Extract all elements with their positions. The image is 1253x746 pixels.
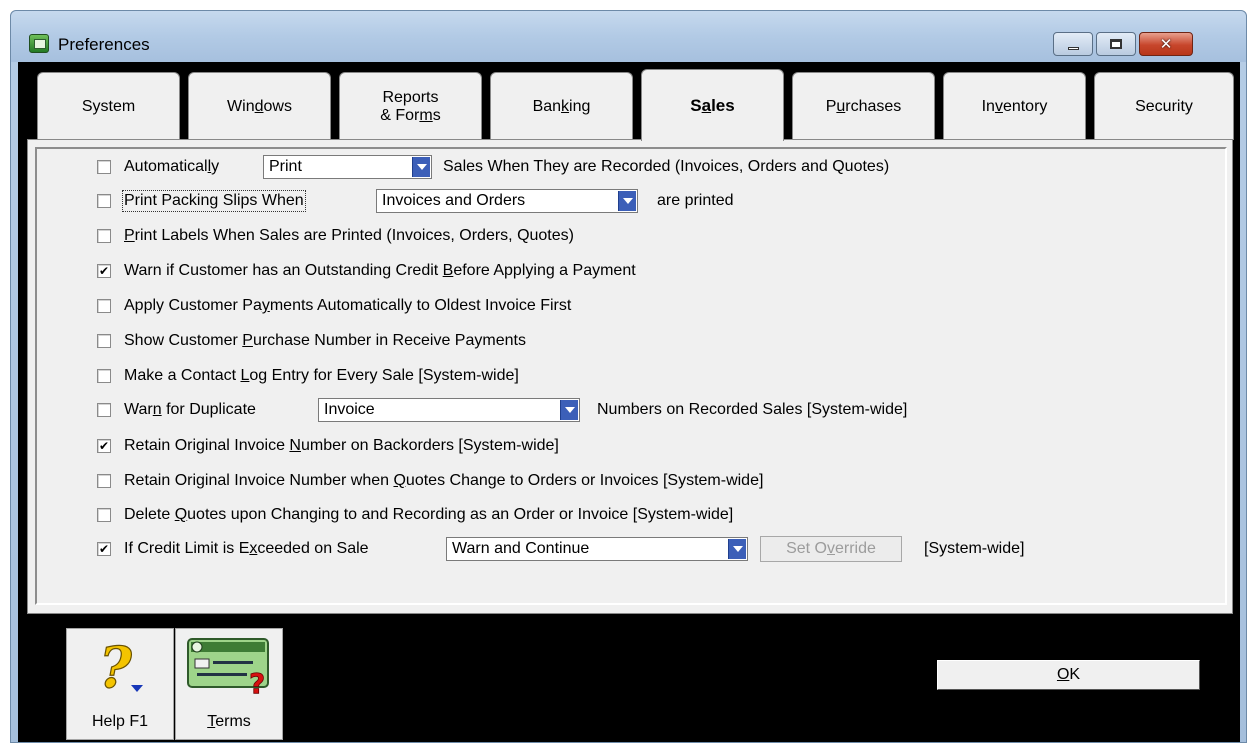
option-show-po: Show Customer Purchase Number in Receive… — [37, 327, 1222, 355]
credit-limit-tail: [System-wide] — [924, 540, 1025, 557]
auto-print-tail: Sales When They are Recorded (Invoices, … — [443, 158, 890, 175]
tab-windows[interactable]: Windows — [188, 72, 331, 140]
contact-log-label: Make a Contact Log Entry for Every Sale … — [124, 367, 519, 384]
packing-slips-checkbox[interactable] — [97, 194, 111, 208]
option-duplicate: Warn for Duplicate Invoice Numbers on Re… — [37, 396, 1222, 424]
delete-quotes-label: Delete Quotes upon Changing to and Recor… — [124, 506, 734, 523]
show-po-label: Show Customer Purchase Number in Receive… — [124, 332, 526, 349]
option-retain-backorders: ✔ Retain Original Invoice Number on Back… — [37, 432, 1222, 460]
auto-action-select[interactable]: Print — [263, 155, 432, 179]
tab-label: Banking — [532, 97, 591, 115]
duplicate-label: Warn for Duplicate — [124, 401, 256, 418]
option-auto-print: Automatically Print Sales When They are … — [37, 153, 1222, 181]
option-apply-payments: Apply Customer Payments Automatically to… — [37, 292, 1222, 320]
apply-payments-checkbox[interactable] — [97, 299, 111, 313]
sales-panel: Automatically Print Sales When They are … — [27, 139, 1233, 614]
svg-text:?: ? — [99, 637, 133, 699]
dropdown-arrow-icon[interactable] — [412, 157, 430, 177]
help-question-icon: ? — [98, 637, 143, 699]
packing-slips-select[interactable]: Invoices and Orders — [376, 189, 638, 213]
help-label: Help F1 — [91, 713, 149, 730]
option-print-labels: Print Labels When Sales are Printed (Inv… — [37, 222, 1222, 250]
packing-slips-tail: are printed — [657, 192, 734, 209]
close-icon: ✕ — [1159, 35, 1173, 53]
auto-action-value: Print — [269, 158, 302, 175]
close-button[interactable]: ✕ — [1139, 32, 1193, 56]
dialog-client: System Windows Reports & Forms Banking S… — [18, 62, 1240, 742]
dropdown-arrow-icon[interactable] — [618, 191, 636, 211]
help-button[interactable]: ? Help F1 — [66, 628, 174, 740]
tab-system[interactable]: System — [37, 72, 180, 140]
dropdown-arrow-icon[interactable] — [728, 539, 746, 559]
preferences-window: Preferences ✕ System Windows Reports & F… — [10, 10, 1247, 743]
terms-button[interactable]: ? Terms — [175, 628, 283, 740]
tab-label: Reports & Forms — [380, 88, 441, 124]
tab-label: System — [81, 97, 136, 115]
packing-slips-value: Invoices and Orders — [382, 192, 526, 209]
dropdown-arrow-icon[interactable] — [560, 400, 578, 420]
tab-label: Inventory — [981, 97, 1048, 115]
duplicate-checkbox[interactable] — [97, 403, 111, 417]
tab-reports-forms[interactable]: Reports & Forms — [339, 72, 482, 140]
svg-text:?: ? — [249, 667, 265, 697]
ok-label: OK — [1056, 666, 1081, 683]
packing-slips-label: Print Packing Slips When — [122, 190, 306, 212]
option-credit-limit: ✔ If Credit Limit is Exceeded on Sale Wa… — [37, 535, 1222, 563]
show-po-checkbox[interactable] — [97, 334, 111, 348]
delete-quotes-checkbox[interactable] — [97, 508, 111, 522]
retain-quotes-checkbox[interactable] — [97, 474, 111, 488]
duplicate-value: Invoice — [324, 401, 375, 418]
title-bar[interactable]: Preferences ✕ — [11, 11, 1246, 62]
warn-credit-label: Warn if Customer has an Outstanding Cred… — [124, 262, 636, 279]
app-icon[interactable] — [29, 34, 49, 53]
credit-limit-select[interactable]: Warn and Continue — [446, 537, 748, 561]
option-contact-log: Make a Contact Log Entry for Every Sale … — [37, 362, 1222, 390]
set-override-button[interactable]: Set Override — [760, 536, 902, 562]
option-retain-quotes: Retain Original Invoice Number when Quot… — [37, 467, 1222, 495]
apply-payments-label: Apply Customer Payments Automatically to… — [124, 297, 572, 314]
credit-limit-checkbox[interactable]: ✔ — [97, 542, 111, 556]
ok-button[interactable]: OK — [937, 660, 1200, 690]
options-group: Automatically Print Sales When They are … — [35, 147, 1227, 605]
tab-banking[interactable]: Banking — [490, 72, 633, 140]
tab-label: Windows — [227, 97, 292, 115]
contact-log-checkbox[interactable] — [97, 369, 111, 383]
option-delete-quotes: Delete Quotes upon Changing to and Recor… — [37, 501, 1222, 529]
set-override-label: Set Override — [786, 540, 876, 557]
warn-credit-checkbox[interactable]: ✔ — [97, 264, 111, 278]
tab-label: Security — [1135, 97, 1193, 115]
auto-print-checkbox[interactable] — [97, 160, 111, 174]
credit-limit-value: Warn and Continue — [452, 540, 590, 557]
terms-label: Terms — [207, 713, 251, 730]
tab-sales[interactable]: Sales — [641, 69, 784, 141]
option-packing-slips: Print Packing Slips When Invoices and Or… — [37, 187, 1222, 215]
retain-backorders-label: Retain Original Invoice Number on Backor… — [124, 437, 559, 454]
duplicate-select[interactable]: Invoice — [318, 398, 580, 422]
minimize-icon — [1067, 46, 1079, 50]
terms-card-icon: ? — [187, 638, 269, 697]
duplicate-tail: Numbers on Recorded Sales [System-wide] — [597, 401, 908, 418]
print-labels-checkbox[interactable] — [97, 229, 111, 243]
tab-inventory[interactable]: Inventory — [943, 72, 1086, 140]
retain-backorders-checkbox[interactable]: ✔ — [97, 439, 111, 453]
tab-security[interactable]: Security — [1094, 72, 1234, 140]
tab-label: Purchases — [825, 97, 902, 115]
retain-quotes-label: Retain Original Invoice Number when Quot… — [124, 472, 764, 489]
auto-print-label: Automatically — [124, 158, 220, 175]
window-title: Preferences — [58, 35, 150, 54]
minimize-button[interactable] — [1053, 32, 1093, 56]
maximize-icon — [1110, 39, 1122, 49]
option-warn-credit: ✔ Warn if Customer has an Outstanding Cr… — [37, 257, 1222, 285]
tab-purchases[interactable]: Purchases — [792, 72, 935, 140]
credit-limit-label: If Credit Limit is Exceeded on Sale — [124, 540, 369, 557]
tab-label: Sales — [690, 95, 735, 115]
maximize-button[interactable] — [1096, 32, 1136, 56]
print-labels-label: Print Labels When Sales are Printed (Inv… — [124, 227, 574, 244]
